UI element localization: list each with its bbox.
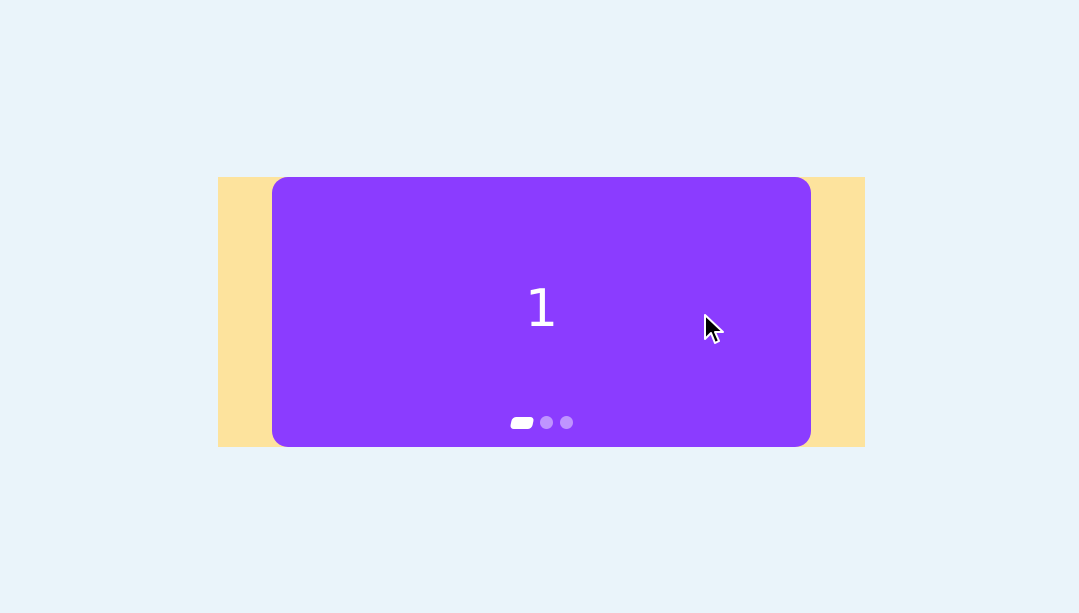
pagination-dot-1[interactable] bbox=[509, 416, 534, 429]
pagination-dot-2[interactable] bbox=[539, 416, 553, 429]
carousel[interactable]: 1 bbox=[218, 177, 865, 447]
slide-number: 1 bbox=[524, 279, 559, 339]
page: 1 bbox=[0, 0, 1079, 613]
pagination-dot-3[interactable] bbox=[559, 416, 573, 429]
carousel-slide[interactable]: 1 bbox=[272, 177, 811, 447]
pagination-dots bbox=[272, 416, 811, 429]
